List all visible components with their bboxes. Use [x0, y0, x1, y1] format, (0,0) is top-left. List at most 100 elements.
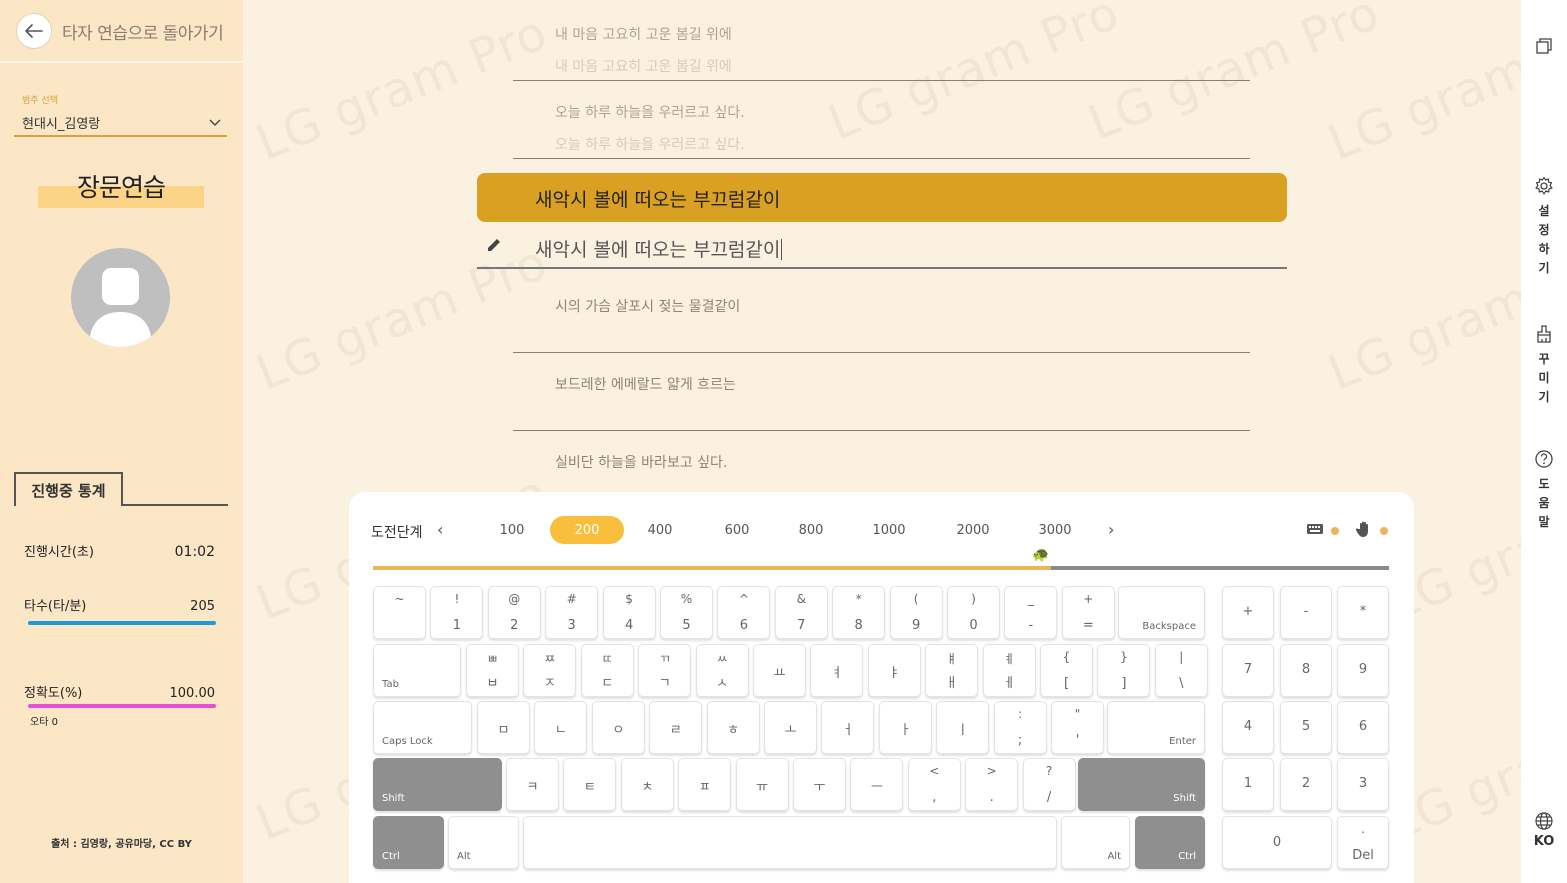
key-row2[interactable]: }]: [1097, 644, 1151, 697]
key-row1[interactable]: #3: [545, 586, 599, 639]
key-row1[interactable]: _ -: [1004, 586, 1058, 639]
level-800[interactable]: 800: [774, 516, 848, 544]
key-row2[interactable]: ㅆㅅ: [695, 644, 749, 697]
help-button[interactable]: 도움말: [1521, 449, 1567, 532]
key-row3[interactable]: ㅎ: [706, 701, 760, 754]
language-button[interactable]: KO: [1521, 811, 1567, 851]
key-row4[interactable]: ㅊ: [620, 758, 674, 811]
level-2000[interactable]: 2000: [936, 516, 1010, 544]
back-label[interactable]: 타자 연습으로 돌아가기: [62, 19, 224, 44]
line-source: 오늘 하루 하늘을 우러르고 싶다.: [555, 105, 745, 121]
key-row3[interactable]: ㄴ: [534, 701, 588, 754]
numpad-key[interactable]: 3: [1337, 758, 1389, 811]
key-backspace[interactable]: Backspace: [1118, 586, 1205, 639]
key-ctrl-left[interactable]: Ctrl: [373, 816, 444, 869]
numpad-key[interactable]: *: [1337, 586, 1389, 639]
numpad-key-del[interactable]: . Del: [1337, 816, 1389, 869]
key-ctrl-right[interactable]: Ctrl: [1135, 816, 1205, 869]
key-row1[interactable]: ) 0: [947, 586, 1000, 639]
level-1000[interactable]: 1000: [852, 516, 926, 544]
key-row2[interactable]: | \: [1154, 644, 1208, 697]
key-row3[interactable]: ㅓ: [821, 701, 875, 754]
key-capslock[interactable]: Caps Lock: [373, 701, 472, 754]
numpad-key[interactable]: 7: [1222, 644, 1274, 697]
level-3000[interactable]: 3000: [1018, 516, 1092, 544]
level-200[interactable]: 200: [550, 516, 624, 544]
key-row1[interactable]: + =: [1061, 586, 1115, 639]
numpad-key[interactable]: -: [1280, 586, 1332, 639]
back-to-typing[interactable]: 타자 연습으로 돌아가기: [16, 13, 224, 49]
key-row3[interactable]: ㅏ: [878, 701, 932, 754]
key-row1[interactable]: $4: [602, 586, 656, 639]
level-400[interactable]: 400: [623, 516, 697, 544]
key-row3[interactable]: ㅁ: [477, 701, 530, 754]
key-row4[interactable]: ? /: [1022, 758, 1076, 811]
key-row1[interactable]: * 8: [832, 586, 886, 639]
key-row3[interactable]: " ': [1051, 701, 1104, 754]
settings-button[interactable]: 설정하기: [1521, 176, 1567, 278]
key-tab[interactable]: Tab: [373, 644, 461, 697]
decorate-button[interactable]: 꾸미기: [1521, 324, 1567, 407]
key-row2[interactable]: {[: [1040, 644, 1093, 697]
key-shift-right[interactable]: Shift: [1078, 758, 1205, 811]
key-alt-left[interactable]: Alt: [448, 816, 519, 869]
key-row1[interactable]: @2: [487, 586, 541, 639]
typing-input[interactable]: 새악시 볼에 떠오는 부끄럼같이: [477, 226, 1287, 269]
level-prev-icon[interactable]: ‹: [437, 520, 443, 539]
numpad-key-0[interactable]: 0: [1222, 816, 1332, 869]
key-row4[interactable]: >.: [965, 758, 1019, 811]
key-row2[interactable]: ㅉㅈ: [523, 644, 577, 697]
key-row2[interactable]: ㅒㅐ: [925, 644, 979, 697]
numpad-key[interactable]: 8: [1280, 644, 1332, 697]
key-label: +: [1242, 604, 1254, 619]
key-row1[interactable]: % 5: [660, 586, 713, 639]
key-row2[interactable]: ㅃㅂ: [466, 644, 519, 697]
numpad-key[interactable]: 2: [1280, 758, 1332, 811]
key-row2[interactable]: ㅖㅔ: [982, 644, 1036, 697]
numpad-key[interactable]: 6: [1337, 701, 1389, 754]
numpad-key[interactable]: 4: [1222, 701, 1274, 754]
key-space[interactable]: [523, 816, 1057, 869]
key-row3[interactable]: ㄹ: [649, 701, 703, 754]
key-row1[interactable]: (9: [889, 586, 943, 639]
key-row4[interactable]: ㅠ: [735, 758, 789, 811]
level-100[interactable]: 100: [475, 516, 549, 544]
numpad-key[interactable]: 5: [1280, 701, 1332, 754]
key-label: #: [566, 592, 577, 606]
key-enter[interactable]: Enter: [1107, 701, 1205, 754]
key-row2[interactable]: ㅑ: [867, 644, 921, 697]
key-row2[interactable]: ㅕ: [810, 644, 864, 697]
hand-icon[interactable]: [1356, 520, 1372, 538]
window-button[interactable]: [1521, 37, 1567, 55]
level-600[interactable]: 600: [700, 516, 774, 544]
level-next-icon[interactable]: ›: [1108, 520, 1114, 539]
key-row3[interactable]: ㅣ: [936, 701, 990, 754]
back-button[interactable]: [16, 13, 52, 49]
key-row4[interactable]: ㅍ: [678, 758, 732, 811]
key-row4[interactable]: ㅡ: [850, 758, 904, 811]
numpad-key[interactable]: 1: [1222, 758, 1274, 811]
key-row4[interactable]: <,: [907, 758, 961, 811]
key-row2[interactable]: ㄸㄷ: [580, 644, 634, 697]
key-row4[interactable]: ㅜ: [793, 758, 846, 811]
hand-toggle-dot[interactable]: [1380, 527, 1388, 535]
numpad-key[interactable]: 9: [1337, 644, 1389, 697]
key-row1[interactable]: ! 1: [430, 586, 484, 639]
key-label: ㄲ: [659, 652, 671, 666]
keyboard-icon[interactable]: [1306, 522, 1324, 536]
key-row3[interactable]: ㅇ: [591, 701, 645, 754]
key-row4[interactable]: ㅌ: [563, 758, 617, 811]
keyboard-toggle-dot[interactable]: [1331, 527, 1339, 535]
key-row1[interactable]: & 7: [774, 586, 828, 639]
key-row3[interactable]: ㅗ: [764, 701, 817, 754]
numpad-key[interactable]: +: [1222, 586, 1274, 639]
key-row3[interactable]: :;: [993, 701, 1047, 754]
key-row1[interactable]: ^ 6: [717, 586, 771, 639]
key-row2[interactable]: ㄲㄱ: [638, 644, 692, 697]
category-select[interactable]: 현대시_김영랑: [14, 110, 227, 137]
key-row2[interactable]: ㅛ: [753, 644, 806, 697]
key-shift-left[interactable]: Shift: [373, 758, 502, 811]
key-row1[interactable]: ~: [373, 586, 426, 639]
key-row4[interactable]: ㅋ: [506, 758, 559, 811]
key-alt-right[interactable]: Alt: [1061, 816, 1130, 869]
